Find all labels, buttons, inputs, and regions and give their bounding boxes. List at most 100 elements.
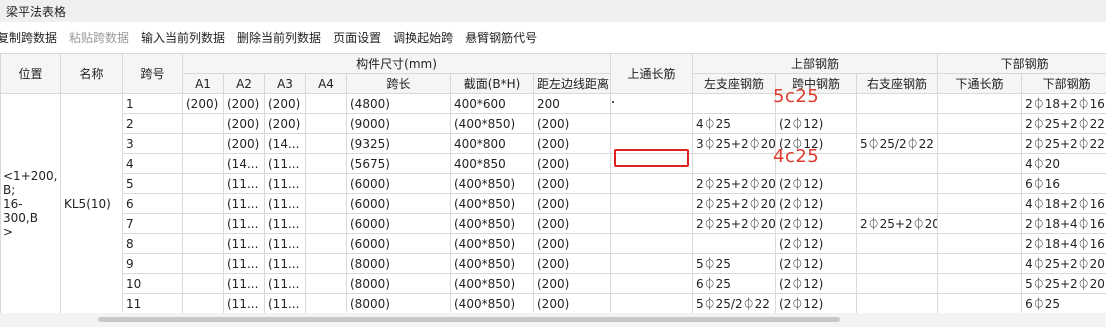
cell-edge-distance[interactable]: (200) xyxy=(532,293,612,313)
cell-span-no[interactable]: 11 xyxy=(122,293,183,313)
cell-mid-span[interactable]: (2⏀12) xyxy=(775,253,858,274)
cell-name[interactable]: KL5(10) xyxy=(60,93,123,313)
cell-bottom-rebar[interactable]: 2⏀25+2⏀22 xyxy=(1021,133,1106,154)
cell-section[interactable]: (400*850) xyxy=(450,253,534,274)
cell-section[interactable]: (400*850) xyxy=(450,233,534,254)
cell-section[interactable]: 400*850 xyxy=(450,153,534,174)
cell-span-no[interactable]: 8 xyxy=(122,233,183,254)
cell-bottom-rebar[interactable]: 2⏀18+4⏀16 xyxy=(1021,233,1106,254)
cell-edge-distance[interactable]: (200) xyxy=(532,193,612,214)
cell-mid-span[interactable]: (2⏀12) xyxy=(775,193,858,214)
cell-span-length[interactable]: (6000) xyxy=(346,193,451,214)
header-a1[interactable]: A1 xyxy=(182,73,224,94)
swap-start-span-button[interactable]: 调换起始跨 xyxy=(387,29,459,46)
cell-bottom-through[interactable] xyxy=(937,233,1023,254)
cell-left-support[interactable] xyxy=(692,233,777,254)
header-member-size[interactable]: 构件尺寸(mm) xyxy=(181,53,612,74)
cell-section[interactable]: (400*850) xyxy=(450,173,534,194)
cell-a2[interactable]: (11... xyxy=(223,173,265,194)
cell-right-support[interactable] xyxy=(856,273,939,294)
cell-a1[interactable] xyxy=(182,113,224,134)
cell-a3[interactable]: (200) xyxy=(264,113,306,134)
cell-span-length[interactable]: (8000) xyxy=(346,273,451,294)
cell-bottom-through[interactable] xyxy=(937,133,1023,154)
cell-edge-distance[interactable]: (200) xyxy=(532,173,612,194)
cell-span-length[interactable]: (9000) xyxy=(346,113,451,134)
cell-bottom-rebar[interactable]: 5⏀25+2⏀20 xyxy=(1021,273,1106,294)
cell-a2[interactable]: (200) xyxy=(223,113,265,134)
cell-bottom-rebar[interactable]: 4⏀18+2⏀16 xyxy=(1021,193,1106,214)
copy-span-data-button[interactable]: 复制跨数据 xyxy=(0,29,63,46)
cell-a1[interactable] xyxy=(182,173,224,194)
cell-span-length[interactable]: (6000) xyxy=(346,213,451,234)
cell-a1[interactable] xyxy=(182,153,224,174)
cell-a3[interactable]: (11... xyxy=(264,293,306,313)
cell-span-no[interactable]: 10 xyxy=(122,273,183,294)
cell-span-no[interactable]: 9 xyxy=(122,253,183,274)
cell-a2[interactable]: (14... xyxy=(223,153,265,174)
cell-section[interactable]: (400*850) xyxy=(450,273,534,294)
cell-right-support[interactable]: 5⏀25/2⏀22 xyxy=(856,133,939,154)
cell-right-support[interactable] xyxy=(856,173,939,194)
paste-span-data-button[interactable]: 粘贴跨数据 xyxy=(63,29,135,46)
cell-section[interactable]: (400*850) xyxy=(450,113,534,134)
cell-a1[interactable] xyxy=(182,213,224,234)
header-section[interactable]: 截面(B*H) xyxy=(450,73,534,94)
cell-a4[interactable] xyxy=(305,193,347,214)
horizontal-scrollbar[interactable] xyxy=(0,313,1106,327)
cell-a4[interactable] xyxy=(305,273,347,294)
cell-a4[interactable] xyxy=(305,293,347,313)
cell-span-no[interactable]: 4 xyxy=(122,153,183,174)
cell-a3[interactable]: (200) xyxy=(264,93,306,114)
cell-bottom-through[interactable] xyxy=(937,153,1023,174)
table-row[interactable]: 4 (14... (11... (5675) 400*850 (200) 4⏀20 xyxy=(1,153,1106,174)
cell-edge-distance[interactable]: (200) xyxy=(532,233,612,254)
cell-span-length[interactable]: (6000) xyxy=(346,233,451,254)
cell-top-through[interactable] xyxy=(610,173,694,194)
cell-right-support[interactable] xyxy=(856,93,939,114)
cell-bottom-rebar[interactable]: 6⏀25 xyxy=(1021,293,1106,313)
cell-bottom-rebar[interactable]: 2⏀18+2⏀16 xyxy=(1021,93,1106,114)
cell-top-through[interactable] xyxy=(610,273,694,294)
cell-bottom-through[interactable] xyxy=(937,253,1023,274)
table-row[interactable]: 3 (200) (14... (9325) 400*800 (200) 3⏀25+2⏀20(… xyxy=(1,133,1106,154)
cell-a2[interactable]: (11... xyxy=(223,193,265,214)
cell-top-through[interactable] xyxy=(610,233,694,254)
cell-left-support[interactable] xyxy=(692,93,777,114)
cell-a1[interactable] xyxy=(182,293,224,313)
cell-mid-span[interactable]: (2⏀12) xyxy=(775,113,858,134)
cell-a3[interactable]: (11... xyxy=(264,173,306,194)
cell-top-through[interactable] xyxy=(610,213,694,234)
header-span-length[interactable]: 跨长 xyxy=(346,73,451,94)
cell-left-support[interactable]: 2⏀25+2⏀20 xyxy=(692,173,777,194)
table-row[interactable]: 9 (11... (11... (8000) (400*850) (200) 5⏀25 (2⏀… xyxy=(1,253,1106,274)
header-bottom-rebar[interactable]: 下部钢筋 xyxy=(937,53,1106,74)
cell-a4[interactable] xyxy=(305,213,347,234)
cell-mid-span[interactable]: (2⏀12) xyxy=(775,233,858,254)
cell-left-support[interactable]: 2⏀25+2⏀20 xyxy=(692,213,777,234)
cell-bottom-rebar[interactable]: 2⏀18+4⏀16 xyxy=(1021,213,1106,234)
cell-a2[interactable]: (11... xyxy=(223,253,265,274)
cantilever-rebar-code-button[interactable]: 悬臂钢筋代号 xyxy=(459,29,543,46)
cell-right-support[interactable]: 2⏀25+2⏀20 xyxy=(856,213,939,234)
cell-bottom-through[interactable] xyxy=(937,193,1023,214)
cell-a1[interactable] xyxy=(182,233,224,254)
cell-right-support[interactable] xyxy=(856,193,939,214)
cell-a4[interactable] xyxy=(305,173,347,194)
cell-a3[interactable]: (11... xyxy=(264,193,306,214)
header-right-support[interactable]: 右支座钢筋 xyxy=(856,73,939,94)
cell-a3[interactable]: (11... xyxy=(264,273,306,294)
cell-a1[interactable] xyxy=(182,253,224,274)
cell-left-support[interactable]: 4⏀25 xyxy=(692,113,777,134)
cell-edge-distance[interactable]: 200 xyxy=(532,93,612,114)
cell-right-support[interactable] xyxy=(856,293,939,313)
header-top-through[interactable]: 上通长筋 xyxy=(610,53,694,94)
table-row[interactable]: 5 (11... (11... (6000) (400*850) (200) 2⏀25+2⏀… xyxy=(1,173,1106,194)
cell-span-length[interactable]: (8000) xyxy=(346,293,451,313)
cell-span-length[interactable]: (9325) xyxy=(346,133,451,154)
cell-span-no[interactable]: 7 xyxy=(122,213,183,234)
cell-a2[interactable]: (200) xyxy=(223,133,265,154)
table-row[interactable]: 8 (11... (11... (6000) (400*850) (200) (2⏀12) 2… xyxy=(1,233,1106,254)
cell-a4[interactable] xyxy=(305,113,347,134)
cell-mid-span[interactable]: (2⏀12) xyxy=(775,293,858,313)
